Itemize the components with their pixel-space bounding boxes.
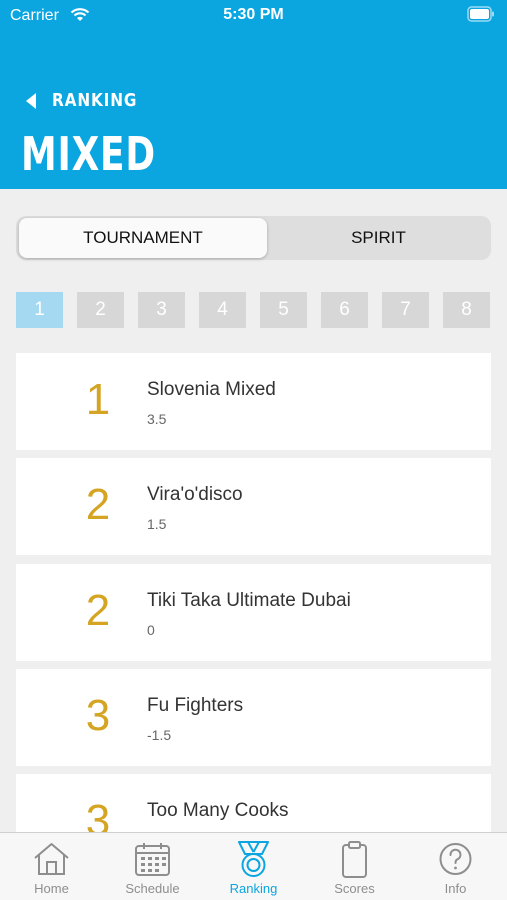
round-tab-8[interactable]: 8 bbox=[443, 292, 490, 328]
clipboard-icon bbox=[342, 841, 367, 878]
help-icon bbox=[439, 843, 472, 875]
team-name: Tiki Taka Ultimate Dubai bbox=[147, 590, 351, 611]
tab-info-label: Info bbox=[444, 881, 467, 896]
rank-number: 1 bbox=[85, 375, 111, 424]
ranking-row[interactable]: 2 Vira'o'disco 1.5 bbox=[16, 458, 491, 555]
status-time: 5:30 PM bbox=[223, 6, 284, 23]
segment-spirit[interactable]: SPIRIT bbox=[269, 218, 488, 258]
header: Carrier 5:30 PM RANKING MIXED bbox=[0, 0, 507, 189]
rank-number: 2 bbox=[85, 480, 111, 529]
round-tab-4[interactable]: 4 bbox=[199, 292, 246, 328]
segmented-control: TOURNAMENT SPIRIT bbox=[16, 216, 491, 260]
tab-info[interactable]: Info bbox=[405, 833, 506, 900]
round-tab-2[interactable]: 2 bbox=[77, 292, 124, 328]
tab-bar: Home Schedule Ranking Scores Info bbox=[0, 832, 507, 900]
tab-home[interactable]: Home bbox=[1, 833, 102, 900]
rank-number: 2 bbox=[85, 586, 111, 635]
tab-scores-label: Scores bbox=[334, 881, 375, 896]
calendar-icon bbox=[135, 843, 170, 876]
page-title: MIXED bbox=[21, 127, 156, 181]
segment-tournament[interactable]: TOURNAMENT bbox=[19, 218, 267, 258]
team-name: Fu Fighters bbox=[147, 695, 244, 716]
round-tab-1[interactable]: 1 bbox=[16, 292, 63, 328]
round-tab-6[interactable]: 6 bbox=[321, 292, 368, 328]
tab-schedule-label: Schedule bbox=[125, 881, 180, 896]
tab-home-label: Home bbox=[34, 881, 69, 896]
round-tab-3[interactable]: 3 bbox=[138, 292, 185, 328]
team-points: 0 bbox=[147, 622, 155, 638]
round-tab-5[interactable]: 5 bbox=[260, 292, 307, 328]
ranking-row[interactable]: 2 Tiki Taka Ultimate Dubai 0 bbox=[16, 564, 491, 661]
ranking-row[interactable]: 1 Slovenia Mixed 3.5 bbox=[16, 353, 491, 450]
rank-number: 3 bbox=[85, 691, 111, 740]
tab-scores[interactable]: Scores bbox=[304, 833, 405, 900]
back-arrow-icon bbox=[26, 92, 36, 109]
ranking-row[interactable]: 3 Fu Fighters -1.5 bbox=[16, 669, 491, 766]
team-points: 3.5 bbox=[147, 411, 167, 427]
round-selector: 1 2 3 4 5 6 7 8 bbox=[16, 292, 492, 328]
round-tab-7[interactable]: 7 bbox=[382, 292, 429, 328]
tab-ranking[interactable]: Ranking bbox=[203, 833, 304, 900]
team-name: Too Many Cooks bbox=[147, 800, 289, 821]
status-bar: Carrier 5:30 PM bbox=[0, 0, 507, 30]
battery-icon bbox=[467, 6, 494, 22]
back-label: RANKING bbox=[52, 90, 138, 111]
team-points: -1.5 bbox=[147, 727, 172, 743]
team-name: Slovenia Mixed bbox=[147, 379, 276, 400]
tab-ranking-label: Ranking bbox=[229, 881, 278, 896]
team-name: Vira'o'disco bbox=[147, 484, 243, 505]
team-points: 1.5 bbox=[147, 516, 167, 532]
tab-schedule[interactable]: Schedule bbox=[102, 833, 203, 900]
medal-icon bbox=[238, 841, 269, 877]
home-icon bbox=[34, 843, 69, 875]
back-button[interactable]: RANKING bbox=[26, 90, 152, 111]
